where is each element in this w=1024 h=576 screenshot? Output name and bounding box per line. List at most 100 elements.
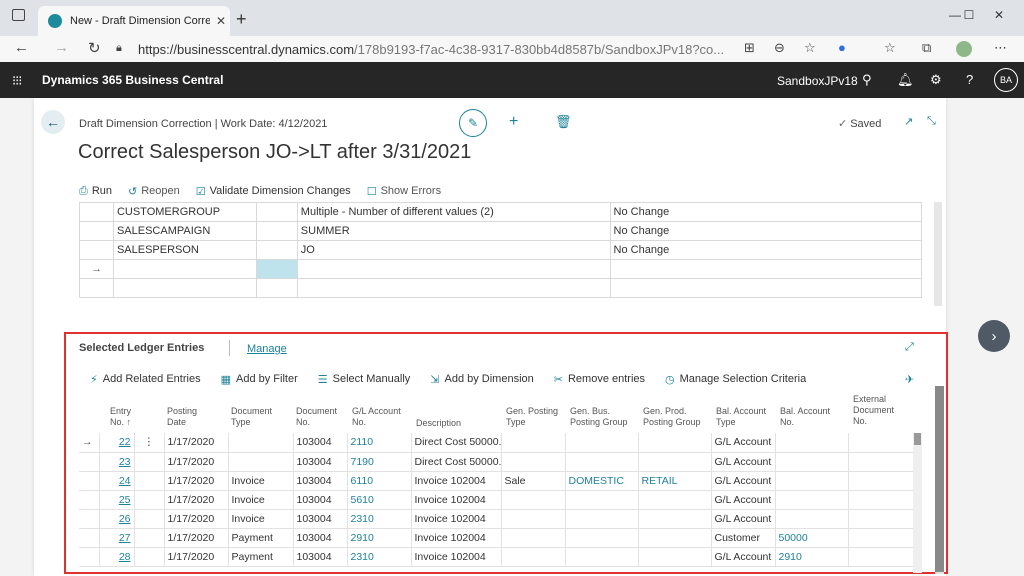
selected-cell[interactable] [255,259,298,279]
gen-posting-type[interactable] [501,509,566,529]
open-new-window-icon[interactable]: ↗ [904,115,913,128]
document-type[interactable]: Invoice [228,490,294,510]
delete-button[interactable]: 🗑︎ [555,114,572,130]
bal-account-type[interactable]: G/L Account [711,509,776,529]
add-by-filter-action[interactable]: ▦ Add by Filter [221,373,298,386]
posting-date[interactable]: 1/17/2020 [164,547,229,567]
document-no[interactable]: 103004 [293,471,348,491]
posting-date[interactable]: 1/17/2020 [164,509,229,529]
document-type[interactable]: Invoice [228,509,294,529]
gen-prod-posting-group[interactable] [638,490,712,510]
description[interactable]: Invoice 102004 [411,471,502,491]
posting-date[interactable]: 1/17/2020 [164,471,229,491]
edit-button[interactable]: ✎ [459,109,487,137]
back-icon[interactable]: ← [14,39,29,56]
document-no[interactable]: 103004 [293,528,348,548]
document-type[interactable]: Payment [228,547,294,567]
row-menu-icon[interactable] [134,528,165,548]
new-value[interactable] [609,259,923,279]
gen-bus-posting-group[interactable] [565,490,639,510]
row-menu-icon[interactable] [134,547,165,567]
bal-account-type[interactable]: G/L Account [711,547,776,567]
table-row[interactable]: 27 1/17/2020 Payment 103004 2910 Invoice 1020… [79,528,914,548]
dimension-value[interactable] [296,259,611,279]
gen-posting-type[interactable]: Sale [501,471,566,491]
external-document-no[interactable] [848,433,914,453]
row-menu-icon[interactable] [134,471,165,491]
validate-action[interactable]: ☑ Validate Dimension Changes [196,185,351,198]
column-header[interactable]: Document Type [231,406,272,428]
entry-no[interactable]: 26 [99,509,135,529]
description[interactable]: Direct Cost 50000... [411,433,502,453]
document-no[interactable]: 103004 [293,490,348,510]
add-related-entries-action[interactable]: ⚡︎ Add Related Entries [90,373,201,386]
remove-entries-action[interactable]: ✂ Remove entries [554,373,645,386]
bal-account-type[interactable]: G/L Account [711,433,776,453]
more-icon[interactable]: ⋯ [994,40,1007,56]
bal-account-no[interactable] [775,433,849,453]
column-header[interactable]: External Document No. [853,394,894,427]
external-document-no[interactable] [848,547,914,567]
back-button[interactable]: ← [41,110,65,134]
posting-date[interactable]: 1/17/2020 [164,528,229,548]
gl-account-no[interactable]: 2310 [347,547,412,567]
bal-account-no[interactable]: 2910 [775,547,849,567]
column-header[interactable]: Bal. Account No. [780,406,830,428]
search-icon[interactable]: ⚲ [862,72,872,88]
description[interactable]: Invoice 102004 [411,547,502,567]
new-button[interactable]: + [509,113,518,131]
page-scrollbar[interactable] [934,202,942,306]
gen-prod-posting-group[interactable]: RETAIL [638,471,712,491]
gen-bus-posting-group[interactable] [565,509,639,529]
settings-gear-icon[interactable]: ⚙ [930,72,942,88]
manage-link[interactable]: Manage [247,343,287,355]
read-aloud-icon[interactable]: ⊞ [744,40,755,56]
description[interactable]: Direct Cost 50000... [411,452,502,472]
bal-account-type[interactable]: G/L Account [711,471,776,491]
column-header[interactable]: Entry No. ↑ [110,406,131,428]
bal-account-no[interactable]: 50000 [775,528,849,548]
manage-selection-criteria-action[interactable]: ◷ Manage Selection Criteria [665,373,806,386]
bal-account-no[interactable] [775,471,849,491]
column-header[interactable]: Gen. Prod. Posting Group [643,406,701,428]
new-value[interactable]: No Change [609,240,923,260]
bal-account-type[interactable]: G/L Account [711,490,776,510]
gen-bus-posting-group[interactable] [565,452,639,472]
external-document-no[interactable] [848,452,914,472]
gl-account-no[interactable]: 2310 [347,509,412,529]
new-value[interactable] [609,278,923,298]
bal-account-no[interactable] [775,509,849,529]
external-document-no[interactable] [848,509,914,529]
pin-icon[interactable]: ✈ [905,373,914,386]
gen-bus-posting-group[interactable]: DOMESTIC [565,471,639,491]
expand-part-icon[interactable]: ⤢ [905,341,914,354]
table-row[interactable]: 24 1/17/2020 Invoice 103004 6110 Invoice 1020… [79,471,914,491]
description[interactable]: Invoice 102004 [411,509,502,529]
ledger-scrollbar[interactable] [913,433,922,573]
browser-tab[interactable]: New - Draft Dimension Correction ✕ [38,6,230,36]
document-type[interactable]: Payment [228,528,294,548]
gen-prod-posting-group[interactable] [638,528,712,548]
table-row[interactable]: 28 1/17/2020 Payment 103004 2310 Invoice 1020… [79,547,914,567]
forward-icon[interactable]: → [54,39,69,56]
entry-no[interactable]: 24 [99,471,135,491]
row-menu-icon[interactable]: ⋮ [134,433,165,453]
bal-account-no[interactable] [775,490,849,510]
new-value[interactable]: No Change [609,202,923,222]
next-page-button[interactable]: › [978,320,1010,352]
column-header[interactable]: Description [416,418,461,429]
document-no[interactable]: 103004 [293,433,348,453]
column-header[interactable]: Document No. [296,406,337,428]
gen-posting-type[interactable] [501,490,566,510]
add-by-dimension-action[interactable]: ⇲ Add by Dimension [430,373,534,386]
column-header[interactable]: G/L Account No. [352,406,401,428]
table-row[interactable]: → [79,259,923,279]
close-window-button[interactable]: ✕ [976,0,1022,30]
gen-posting-type[interactable] [501,452,566,472]
external-document-no[interactable] [848,471,914,491]
column-header[interactable]: Gen. Posting Type [506,406,558,428]
entry-no[interactable]: 27 [99,528,135,548]
help-icon[interactable]: ? [966,72,973,87]
favorites-icon[interactable]: ☆ [884,40,896,56]
gl-account-no[interactable]: 5610 [347,490,412,510]
